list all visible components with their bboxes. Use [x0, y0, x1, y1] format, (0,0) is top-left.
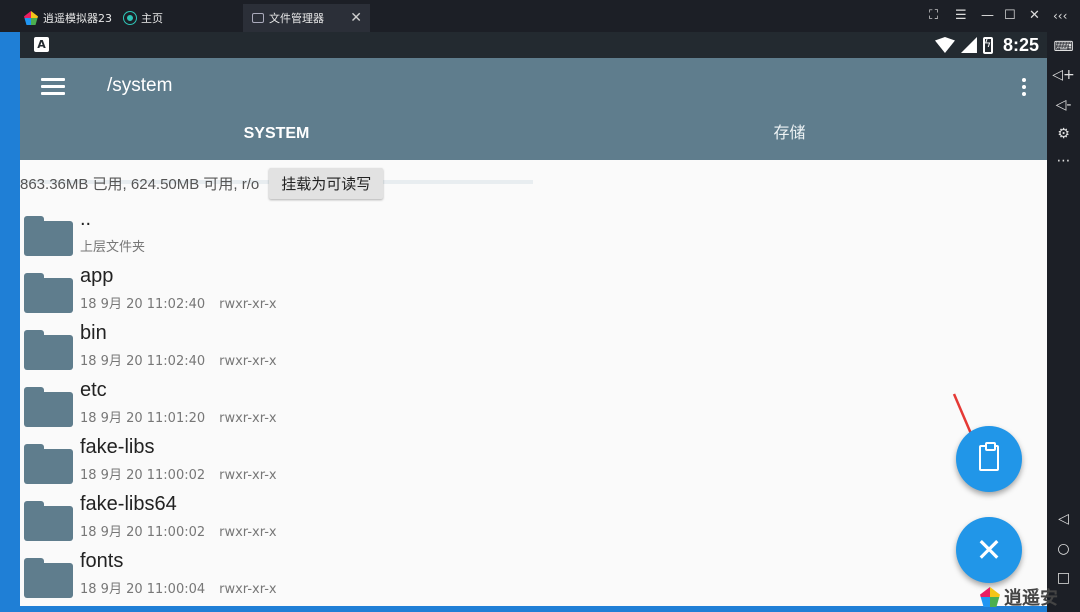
file-meta: 18 9月 20 11:01:20 rwxr-xr-x [80, 407, 277, 426]
file-permissions: rwxr-xr-x [219, 411, 277, 426]
file-meta: 18 9月 20 11:02:40 rwxr-xr-x [80, 293, 277, 312]
emulator-app-tab[interactable]: 逍遥模拟器23 [24, 4, 112, 32]
file-meta: 18 9月 20 11:00:02 rwxr-xr-x [80, 464, 277, 483]
overflow-menu-icon[interactable] [1021, 78, 1027, 98]
watermark: 逍遥安 [980, 584, 1058, 610]
clipboard-icon [979, 442, 999, 471]
app-bar: /system SYSTEM 存储 [20, 58, 1047, 184]
storage-info-bar: 863.36MB 已用, 624.50MB 可用, r/o 挂载为可读写 [20, 167, 384, 199]
file-permissions: rwxr-xr-x [219, 468, 277, 483]
close-fab-button[interactable]: ✕ [956, 517, 1022, 583]
watermark-logo-icon [980, 587, 1000, 607]
paste-fab-button[interactable] [956, 426, 1022, 492]
tab-home-label: 主页 [141, 12, 163, 25]
folder-icon [24, 387, 73, 427]
file-date: 18 9月 20 11:01:20 [80, 411, 206, 426]
watermark-text: 逍遥安 [1004, 588, 1058, 609]
file-name: etc [80, 379, 107, 401]
emulator-sidebar: ⌨ ◁+ ◁- ⚙ ⋯ ◁ ○ □ [1047, 32, 1080, 612]
wifi-icon [934, 37, 955, 53]
home-icon [124, 12, 136, 24]
folder-icon [24, 558, 73, 598]
list-item[interactable]: fake-libs64 18 9月 20 11:00:02 rwxr-xr-x [20, 491, 950, 548]
collapse-sidebar-icon[interactable]: ‹‹‹ [1053, 8, 1067, 24]
folder-icon [24, 330, 73, 370]
mount-read-write-button[interactable]: 挂载为可读写 [269, 167, 384, 199]
current-path: /system [107, 75, 173, 96]
battery-charging-icon [982, 36, 993, 54]
tab-system[interactable]: SYSTEM [20, 114, 533, 160]
folder-icon [24, 444, 73, 484]
file-date: 18 9月 20 11:00:02 [80, 525, 206, 540]
back-icon[interactable]: ◁ [1047, 510, 1080, 528]
status-bar: A 8:25 [20, 32, 1047, 58]
file-name: fake-libs [80, 436, 155, 458]
file-date: 18 9月 20 11:00:04 [80, 582, 206, 597]
file-date: 18 9月 20 11:02:40 [80, 354, 206, 369]
file-name: bin [80, 322, 107, 344]
screenshot-icon[interactable]: ⛶ [929, 8, 938, 24]
file-date: 18 9月 20 11:00:02 [80, 468, 206, 483]
emulator-logo-icon [24, 11, 38, 25]
tab-close-icon[interactable]: ✕ [350, 10, 362, 26]
file-meta: 18 9月 20 11:00:02 rwxr-xr-x [80, 521, 277, 540]
list-item[interactable]: bin 18 9月 20 11:02:40 rwxr-xr-x [20, 320, 950, 377]
tab-home[interactable]: 主页 [124, 4, 163, 32]
file-permissions: rwxr-xr-x [219, 297, 277, 312]
menu-icon[interactable]: ☰ [955, 8, 967, 24]
list-item-parent[interactable]: .. 上层文件夹 [20, 206, 950, 263]
file-date: 上层文件夹 [80, 240, 146, 255]
file-permissions: rwxr-xr-x [219, 525, 277, 540]
list-item[interactable]: app 18 9月 20 11:02:40 rwxr-xr-x [20, 263, 950, 320]
android-screen: A 8:25 /system SYSTEM 存储 863.36MB 已用, 62… [20, 32, 1047, 606]
signal-icon [960, 37, 977, 53]
emulator-app-title: 逍遥模拟器23 [43, 12, 112, 25]
keyboard-icon[interactable]: ⌨ [1047, 38, 1080, 56]
maximize-icon[interactable]: ☐ [1004, 8, 1016, 24]
storage-usage-text: 863.36MB 已用, 624.50MB 可用, r/o [20, 175, 260, 193]
volume-down-icon[interactable]: ◁- [1047, 96, 1080, 114]
tab-file-manager-label: 文件管理器 [269, 12, 324, 25]
file-permissions: rwxr-xr-x [219, 354, 277, 369]
file-date: 18 9月 20 11:02:40 [80, 297, 206, 312]
folder-icon [24, 273, 73, 313]
list-item[interactable]: etc 18 9月 20 11:01:20 rwxr-xr-x [20, 377, 950, 434]
file-meta: 上层文件夹 [80, 236, 159, 255]
file-name: fake-libs64 [80, 493, 177, 515]
volume-up-icon[interactable]: ◁+ [1047, 66, 1080, 84]
close-icon: ✕ [975, 531, 1003, 569]
status-time: 8:25 [1002, 34, 1039, 55]
settings-icon[interactable]: ⚙ [1047, 125, 1080, 143]
minimize-icon[interactable]: — [981, 8, 994, 24]
tab-storage[interactable]: 存储 [533, 114, 1046, 160]
list-item[interactable]: fonts 18 9月 20 11:00:04 rwxr-xr-x [20, 548, 950, 605]
file-name: app [80, 265, 114, 287]
notification-a-icon: A [34, 37, 49, 52]
file-name: .. [80, 208, 92, 230]
folder-icon [24, 501, 73, 541]
folder-icon [24, 216, 73, 256]
hamburger-menu-icon[interactable] [41, 78, 65, 96]
list-item[interactable]: fake-libs 18 9月 20 11:00:02 rwxr-xr-x [20, 434, 950, 491]
more-icon[interactable]: ⋯ [1047, 152, 1080, 170]
home-icon[interactable]: ○ [1047, 540, 1080, 558]
file-name: fonts [80, 550, 124, 572]
file-meta: 18 9月 20 11:00:04 rwxr-xr-x [80, 578, 277, 597]
file-meta: 18 9月 20 11:02:40 rwxr-xr-x [80, 350, 277, 369]
emulator-titlebar: 逍遥模拟器23 主页 文件管理器 ✕ ⛶ ☰ — ☐ ✕ ‹‹‹ [0, 0, 1080, 32]
file-manager-icon [252, 13, 264, 23]
tab-file-manager[interactable]: 文件管理器 ✕ [243, 4, 370, 32]
close-icon[interactable]: ✕ [1029, 8, 1040, 24]
file-permissions: rwxr-xr-x [219, 582, 277, 597]
